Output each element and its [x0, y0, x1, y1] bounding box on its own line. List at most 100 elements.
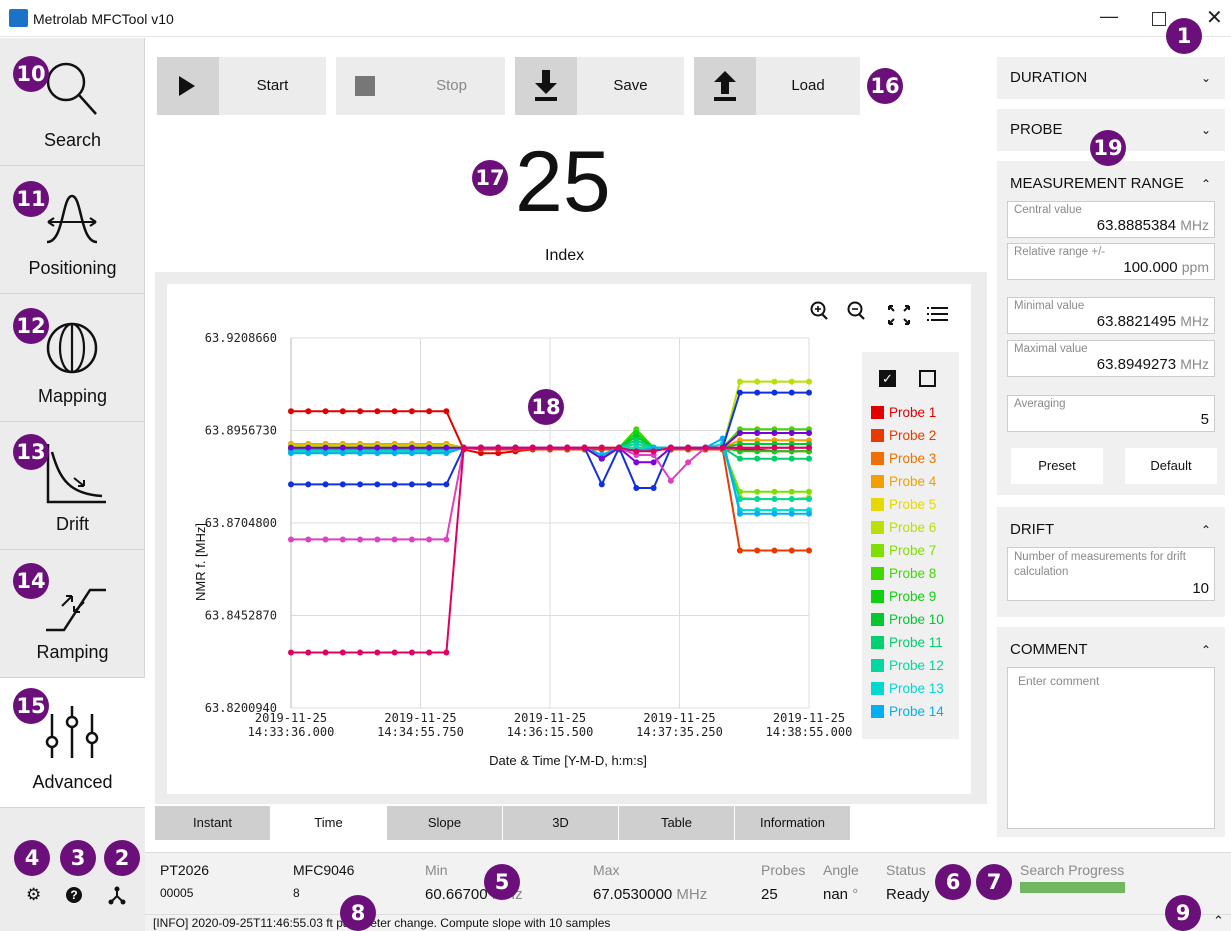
- download-icon: [515, 57, 577, 115]
- legend-item[interactable]: Probe 7: [871, 543, 936, 558]
- settings-gear-icon[interactable]: ⚙: [26, 885, 41, 905]
- legend-swatch: [871, 682, 884, 695]
- tab-table[interactable]: Table: [619, 806, 734, 840]
- data-point: [426, 536, 433, 543]
- legend-item[interactable]: Probe 10: [871, 612, 944, 627]
- data-point: [426, 408, 433, 415]
- legend-item[interactable]: Probe 14: [871, 704, 944, 719]
- data-point: [322, 649, 329, 656]
- legend-swatch: [871, 705, 884, 718]
- legend-item[interactable]: Probe 6: [871, 520, 936, 535]
- probe-header: PROBE: [1010, 121, 1063, 138]
- legend-swatch: [871, 613, 884, 626]
- data-point: [288, 444, 294, 451]
- start-button[interactable]: Start: [157, 57, 326, 115]
- status-message: [INFO] 2020-09-25T11:46:55.03 ft paramet…: [153, 916, 611, 930]
- drift-icon: [46, 444, 106, 504]
- chevron-up-icon[interactable]: ⌃: [1201, 643, 1211, 657]
- data-point: [322, 408, 329, 415]
- minimal-value-label: Minimal value: [1014, 300, 1085, 312]
- legend-item[interactable]: Probe 9: [871, 589, 936, 604]
- index-label: Index: [545, 247, 585, 264]
- title-bar: Metrolab MFCTool v10 — ✕: [0, 0, 1231, 37]
- deselect-all-checkbox-icon[interactable]: [919, 370, 936, 387]
- fit-view-icon[interactable]: [888, 305, 910, 325]
- maximal-value: 63.8949273: [1096, 356, 1177, 373]
- comment-placeholder: Enter comment: [1018, 674, 1100, 688]
- averaging-field[interactable]: Averaging 5: [1007, 395, 1215, 432]
- callout-badge: 9: [1165, 895, 1201, 931]
- list-menu-icon[interactable]: [927, 307, 948, 321]
- tab-instant[interactable]: Instant: [155, 806, 270, 840]
- legend-item[interactable]: Probe 8: [871, 566, 936, 581]
- data-point: [288, 450, 294, 457]
- comment-textarea[interactable]: Enter comment: [1007, 667, 1215, 829]
- tab-time[interactable]: Time: [271, 806, 386, 840]
- legend-item[interactable]: Probe 4: [871, 474, 936, 489]
- data-point: [529, 444, 536, 451]
- data-point: [305, 536, 312, 543]
- help-icon[interactable]: ?: [66, 887, 82, 903]
- legend-item[interactable]: Probe 3: [871, 451, 936, 466]
- chevron-up-icon[interactable]: ⌃: [1201, 177, 1211, 191]
- relative-range-field[interactable]: Relative range +/- 100.000 ppm: [1007, 243, 1215, 280]
- data-point: [598, 481, 605, 488]
- drift-count-field[interactable]: Number of measurements for drift calcula…: [1007, 547, 1215, 601]
- chart-legend: ✓ Probe 1 Probe 2 Probe 3 Probe 4 Probe 5 Pro…: [862, 352, 959, 739]
- preset-button[interactable]: Preset: [1011, 448, 1103, 484]
- load-button[interactable]: Load: [694, 57, 860, 115]
- x-axis-label: Date & Time [Y-M-D, h:m:s]: [489, 753, 647, 768]
- data-point: [443, 444, 450, 451]
- zoom-in-icon[interactable]: [810, 301, 828, 320]
- window-title: Metrolab MFCTool v10: [33, 11, 174, 27]
- tab-slope[interactable]: Slope: [387, 806, 502, 840]
- nav-label-positioning: Positioning: [28, 258, 117, 278]
- callout-badge: 18: [528, 389, 564, 425]
- minimal-value-field[interactable]: Minimal value 63.8821495 MHz: [1007, 297, 1215, 334]
- drift-count-value: 10: [1192, 580, 1209, 597]
- legend-label: Probe 5: [889, 497, 937, 512]
- network-icon[interactable]: [107, 885, 127, 905]
- data-point: [288, 649, 294, 656]
- tab-3d[interactable]: 3D: [503, 806, 618, 840]
- ramping-icon: [46, 588, 106, 632]
- legend-swatch: [871, 406, 884, 419]
- minimize-icon[interactable]: —: [1100, 6, 1118, 27]
- duration-section[interactable]: DURATION ⌄: [997, 57, 1225, 99]
- maximal-value-field[interactable]: Maximal value 63.8949273 MHz: [1007, 340, 1215, 377]
- data-point: [788, 378, 795, 385]
- data-point: [667, 477, 674, 484]
- legend-item[interactable]: Probe 12: [871, 658, 944, 673]
- start-label: Start: [256, 77, 289, 94]
- maximize-icon[interactable]: [1152, 12, 1166, 26]
- measurement-range-section: MEASUREMENT RANGE ⌃ Central value 63.888…: [997, 161, 1225, 495]
- legend-item[interactable]: Probe 1: [871, 405, 936, 420]
- legend-item[interactable]: Probe 5: [871, 497, 936, 512]
- stop-button[interactable]: Stop: [336, 57, 505, 115]
- data-point: [788, 444, 795, 451]
- zoom-out-icon[interactable]: [847, 301, 865, 320]
- data-point: [426, 444, 433, 451]
- data-point: [547, 444, 553, 451]
- legend-label: Probe 4: [889, 474, 937, 489]
- search-icon: [46, 62, 97, 115]
- legend-item[interactable]: Probe 11: [871, 635, 943, 650]
- default-button[interactable]: Default: [1125, 448, 1217, 484]
- select-all-checkbox-icon[interactable]: ✓: [879, 370, 896, 387]
- data-point: [806, 455, 812, 462]
- chevron-up-icon[interactable]: ⌃: [1213, 913, 1224, 929]
- nav-label-advanced: Advanced: [32, 772, 113, 792]
- tab-information[interactable]: Information: [735, 806, 850, 840]
- callout-badge: 4: [14, 840, 50, 876]
- upload-icon: [694, 57, 756, 115]
- legend-item[interactable]: Probe 13: [871, 681, 944, 696]
- close-icon[interactable]: ✕: [1206, 5, 1223, 30]
- data-point: [426, 450, 433, 457]
- data-point: [357, 481, 364, 488]
- save-button[interactable]: Save: [515, 57, 684, 115]
- chevron-up-icon[interactable]: ⌃: [1201, 523, 1211, 537]
- legend-item[interactable]: Probe 2: [871, 428, 936, 443]
- central-value-field[interactable]: Central value 63.8885384 MHz: [1007, 201, 1215, 238]
- legend-label: Probe 1: [889, 405, 937, 420]
- status-value: Ready: [886, 886, 930, 903]
